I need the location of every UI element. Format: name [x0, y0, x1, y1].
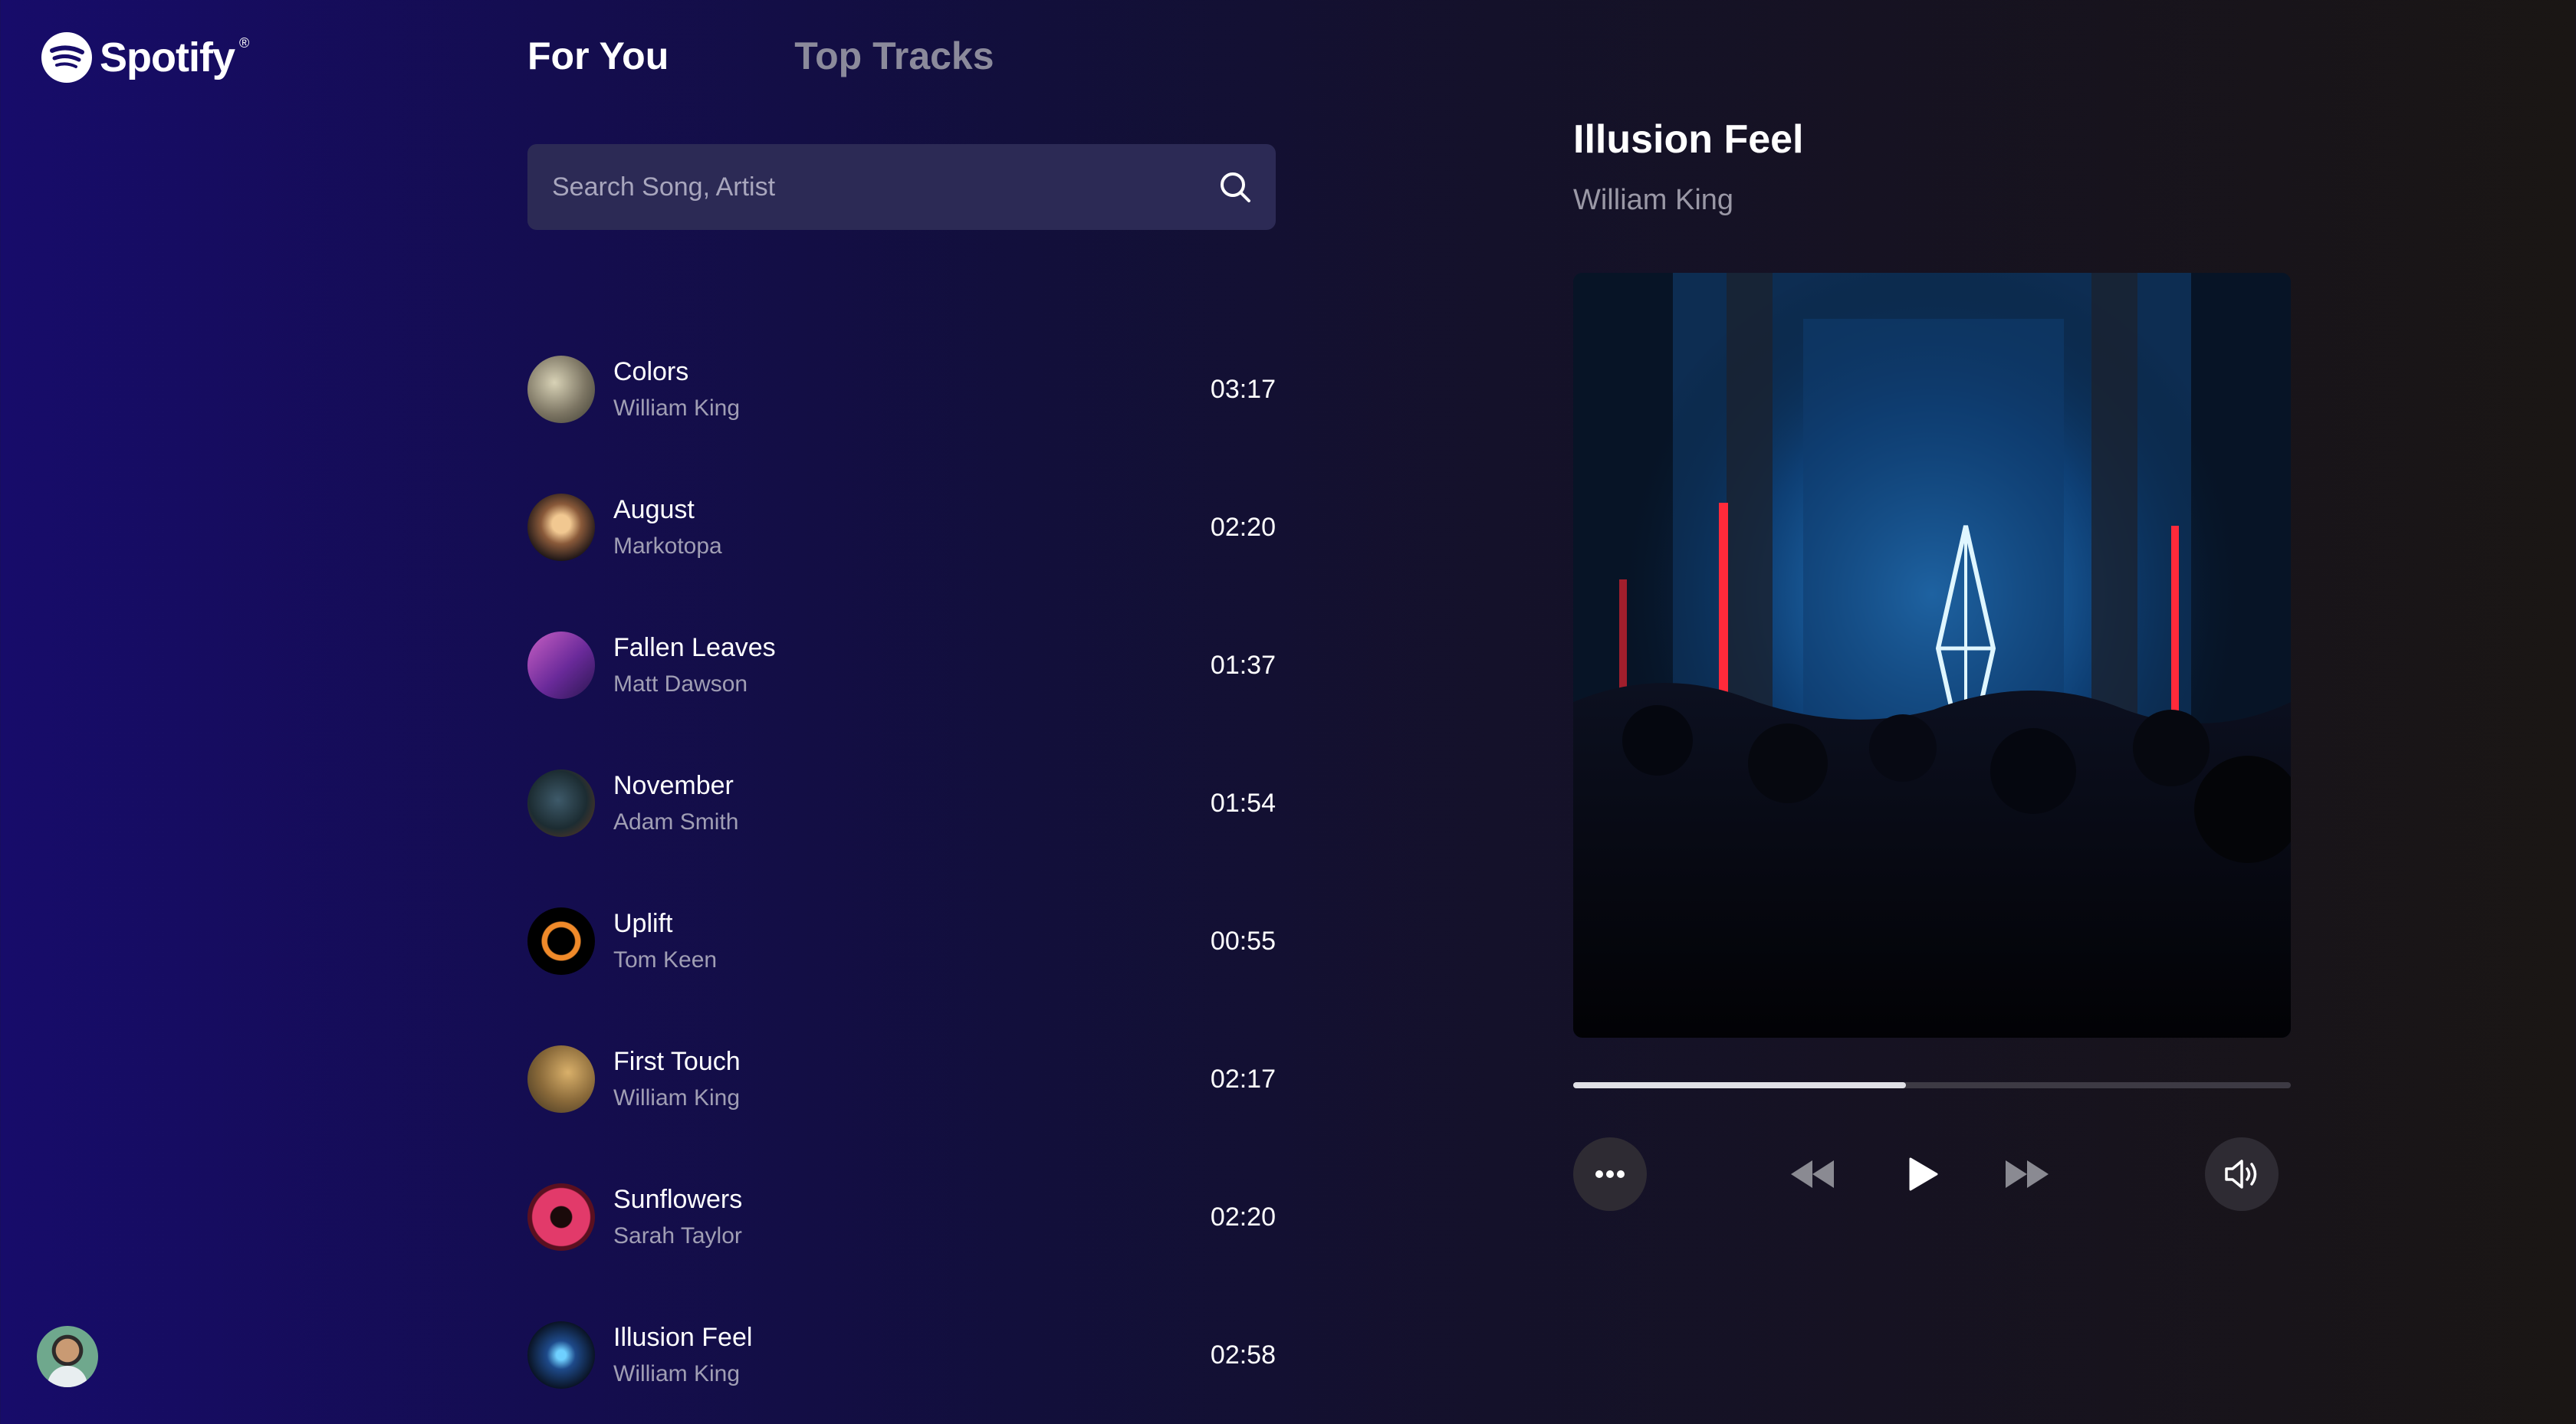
- track-cover-uplift: [527, 907, 595, 975]
- volume-icon: [2225, 1160, 2257, 1189]
- track-row-fallen-leaves[interactable]: Fallen Leaves Matt Dawson 01:37: [527, 596, 1276, 734]
- track-title: November: [613, 771, 734, 800]
- volume-button[interactable]: [2205, 1137, 2279, 1211]
- tab-top-tracks[interactable]: Top Tracks: [794, 34, 994, 78]
- now-playing-artist: William King: [1573, 184, 1734, 216]
- play-icon: [1909, 1157, 1938, 1191]
- track-cover-november: [527, 769, 595, 837]
- rewind-button[interactable]: [1788, 1156, 1837, 1193]
- rewind-icon: [1791, 1160, 1834, 1188]
- search-bar: [527, 144, 1276, 230]
- track-title: Uplift: [613, 909, 673, 938]
- search-icon[interactable]: [1217, 169, 1253, 205]
- track-title: Illusion Feel: [613, 1323, 753, 1352]
- more-options-button[interactable]: [1573, 1137, 1647, 1211]
- track-duration: 02:17: [1210, 1064, 1276, 1094]
- playback-progress-bar[interactable]: [1573, 1082, 2291, 1088]
- track-duration: 01:37: [1210, 650, 1276, 680]
- track-row-first-touch[interactable]: First Touch William King 02:17: [527, 1010, 1276, 1148]
- track-cover-colors: [527, 356, 595, 423]
- track-row-august[interactable]: August Markotopa 02:20: [527, 458, 1276, 596]
- play-button[interactable]: [1901, 1153, 1944, 1196]
- track-list: Colors William King 03:17 August Markoto…: [527, 320, 1276, 1424]
- spotify-logo[interactable]: Spotify ®: [41, 32, 249, 83]
- track-artist: Tom Keen: [613, 947, 718, 973]
- track-duration: 02:58: [1210, 1340, 1276, 1370]
- spotify-logo-icon: [41, 32, 92, 83]
- track-cover-sunflowers: [527, 1183, 595, 1251]
- track-title: August: [613, 495, 695, 524]
- track-duration: 03:17: [1210, 374, 1276, 404]
- search-input[interactable]: [550, 171, 1217, 203]
- track-artist: William King: [613, 395, 741, 421]
- track-title: First Touch: [613, 1047, 741, 1076]
- user-avatar[interactable]: [37, 1326, 98, 1387]
- tab-for-you[interactable]: For You: [527, 34, 669, 78]
- track-cover-illusion-feel: [527, 1321, 595, 1389]
- app-name: Spotify: [100, 34, 235, 80]
- track-cover-first-touch: [527, 1045, 595, 1113]
- track-duration: 01:54: [1210, 788, 1276, 818]
- progress-fill: [1573, 1082, 1907, 1088]
- track-artist: Sarah Taylor: [613, 1223, 742, 1248]
- tab-bar: For You Top Tracks: [527, 34, 994, 78]
- track-row-illusion-feel[interactable]: Illusion Feel William King 02:58: [527, 1286, 1276, 1424]
- track-duration: 02:20: [1210, 512, 1276, 542]
- registered-mark: ®: [239, 35, 250, 51]
- track-artist: William King: [613, 1085, 741, 1111]
- track-row-sunflowers[interactable]: Sunflowers Sarah Taylor 02:20: [527, 1148, 1276, 1286]
- track-duration: 00:55: [1210, 926, 1276, 956]
- now-playing-title: Illusion Feel: [1573, 117, 1804, 162]
- track-artist: Markotopa: [613, 533, 722, 559]
- track-artist: Adam Smith: [613, 809, 739, 835]
- track-row-colors[interactable]: Colors William King 03:17: [527, 320, 1276, 458]
- track-title: Sunflowers: [613, 1185, 743, 1214]
- avatar-shoulders: [48, 1366, 87, 1387]
- track-row-uplift[interactable]: Uplift Tom Keen 00:55: [527, 872, 1276, 1010]
- track-duration: 02:20: [1210, 1202, 1276, 1232]
- track-title: Fallen Leaves: [613, 633, 776, 662]
- more-icon: [1595, 1170, 1625, 1178]
- track-artist: William King: [613, 1361, 741, 1386]
- track-artist: Matt Dawson: [613, 671, 748, 697]
- track-row-november[interactable]: November Adam Smith 01:54: [527, 734, 1276, 872]
- track-title: Colors: [613, 357, 689, 386]
- track-cover-august: [527, 494, 595, 561]
- fast-forward-icon: [2006, 1160, 2049, 1188]
- fast-forward-button[interactable]: [2003, 1156, 2052, 1193]
- album-cover: [1573, 273, 2291, 1038]
- track-cover-fallen-leaves: [527, 632, 595, 699]
